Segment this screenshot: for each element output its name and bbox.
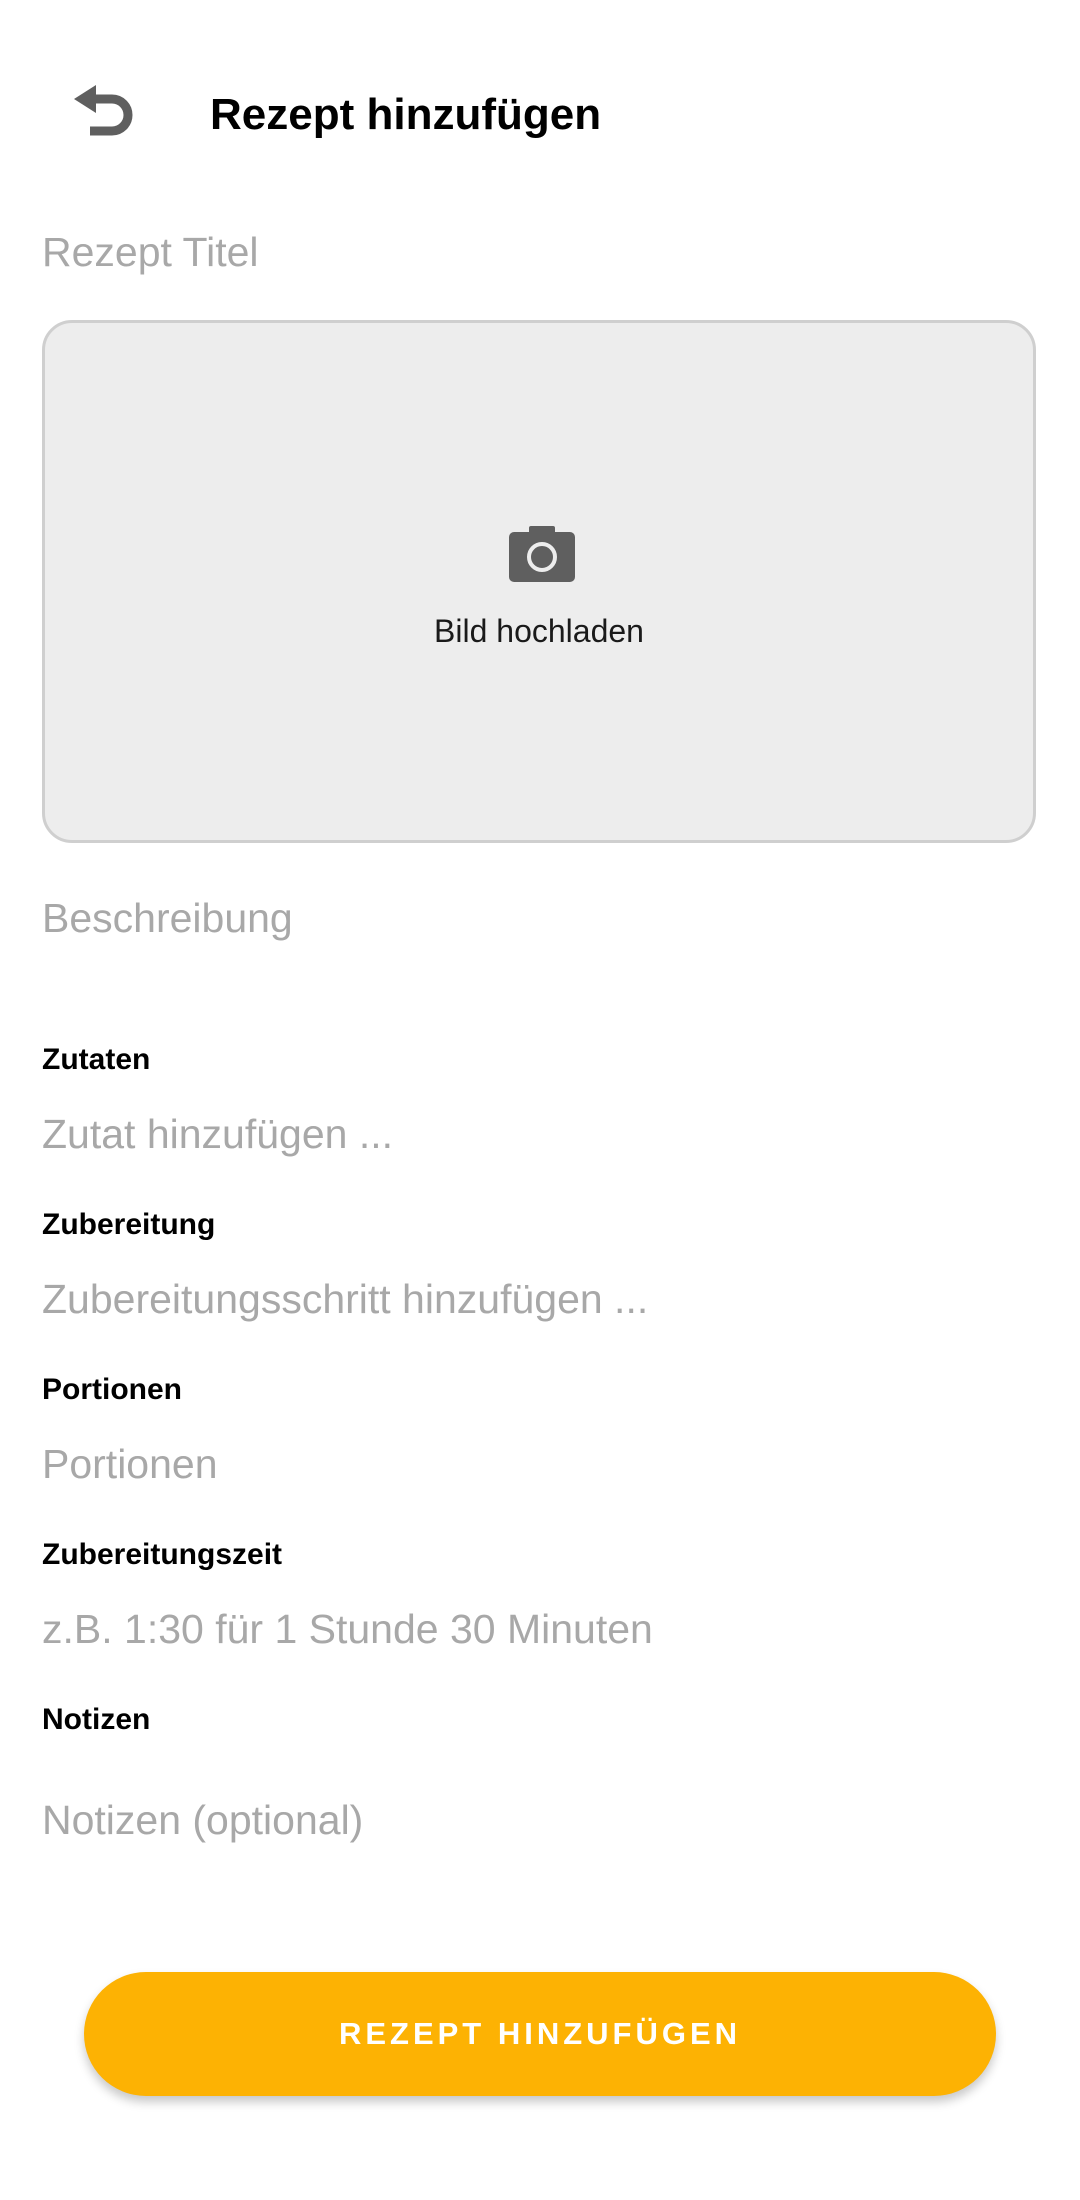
undo-arrow-icon <box>74 85 133 136</box>
add-recipe-button[interactable]: REZEPT HINZUFÜGEN <box>84 1972 996 2096</box>
description-input[interactable] <box>42 888 1038 948</box>
prep-time-input[interactable] <box>42 1600 1038 1658</box>
camera-icon <box>509 526 575 582</box>
recipe-title-input[interactable] <box>42 222 1038 282</box>
preparation-step-input[interactable] <box>42 1270 1038 1328</box>
page-title: Rezept hinzufügen <box>210 90 602 139</box>
back-button[interactable] <box>60 70 150 160</box>
portions-label: Portionen <box>42 1373 182 1406</box>
prep-time-label: Zubereitungszeit <box>42 1538 283 1571</box>
ingredient-input[interactable] <box>42 1105 1038 1163</box>
upload-label: Bild hochladen <box>434 613 644 649</box>
image-upload-area[interactable]: Bild hochladen <box>42 320 1036 843</box>
preparation-label: Zubereitung <box>42 1208 216 1241</box>
ingredients-label: Zutaten <box>42 1043 151 1076</box>
app-header: Rezept hinzufügen <box>0 0 1080 230</box>
portions-input[interactable] <box>42 1435 1038 1493</box>
notes-label: Notizen <box>42 1703 151 1736</box>
notes-input[interactable] <box>42 1790 1038 1850</box>
